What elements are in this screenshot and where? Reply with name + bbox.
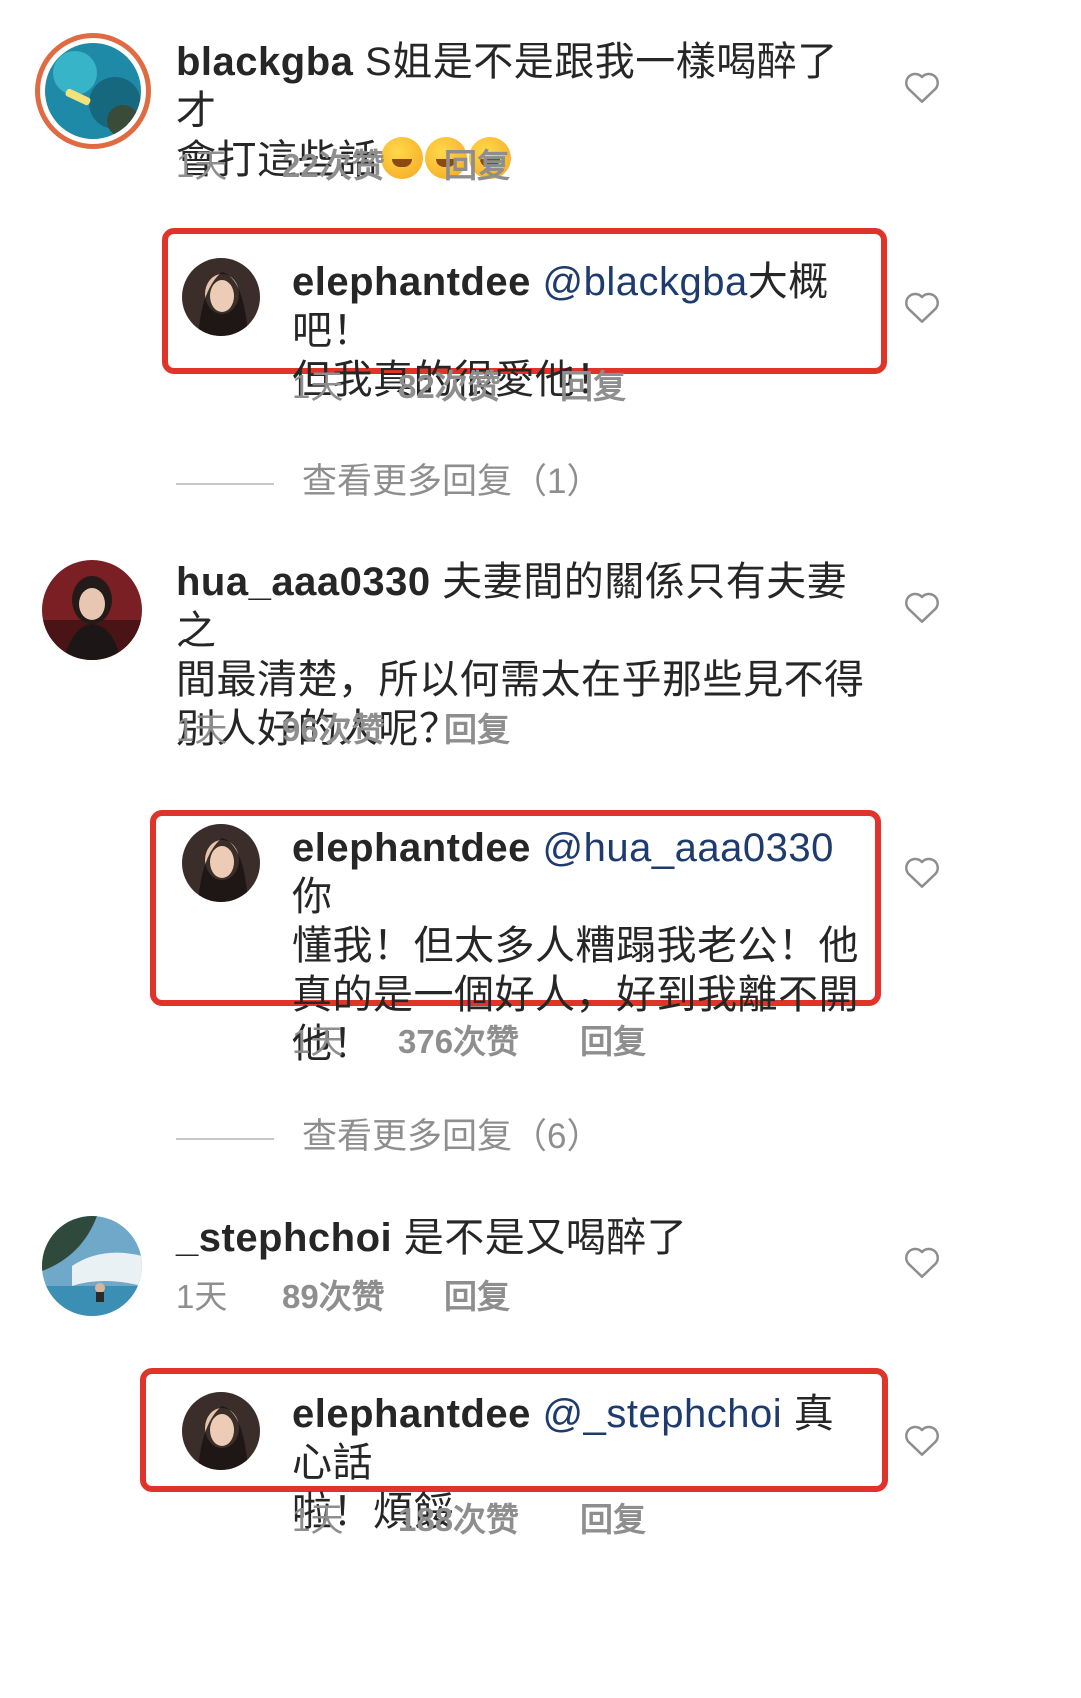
- comment-username[interactable]: _stephchoi: [176, 1216, 392, 1260]
- heart-outline-icon[interactable]: [903, 590, 941, 624]
- heart-outline-icon[interactable]: [903, 70, 941, 104]
- mention-link[interactable]: @hua_aaa0330: [531, 826, 834, 870]
- reply-body: 真的是一個好人，好到我離不開: [292, 973, 859, 1017]
- comment-time: 1天: [176, 147, 228, 184]
- avatar-elephantdee[interactable]: [182, 258, 260, 336]
- avatar-elephantdee[interactable]: [182, 824, 260, 902]
- divider-line: [176, 482, 274, 485]
- reply-meta: 1天 82次赞 回复: [292, 367, 792, 407]
- comment-username[interactable]: blackgba: [176, 40, 353, 84]
- avatar-image: [42, 1216, 142, 1316]
- comment-meta: 1天 96次赞 回复: [176, 710, 676, 750]
- mention-link[interactable]: @blackgba: [531, 260, 748, 304]
- reply-button[interactable]: 回复: [444, 146, 510, 186]
- reply-likes[interactable]: 376次赞: [398, 1022, 519, 1062]
- reply-button[interactable]: 回复: [580, 1500, 646, 1540]
- comment-body: 間最清楚，所以何需太在乎那些見不得: [176, 658, 865, 702]
- avatar-image: [45, 43, 141, 139]
- reply-button[interactable]: 回复: [560, 367, 626, 407]
- reply-time: 1天: [292, 1501, 344, 1538]
- heart-outline-icon[interactable]: [903, 290, 941, 324]
- comment-likes[interactable]: 96次赞: [282, 710, 385, 750]
- comment-time: 1天: [176, 1278, 228, 1315]
- avatar-image: [42, 560, 142, 660]
- heart-outline-icon[interactable]: [903, 1245, 941, 1279]
- mention-link[interactable]: @_stephchoi: [531, 1392, 782, 1436]
- reply-time: 1天: [292, 1023, 344, 1060]
- avatar-hua_aaa0330[interactable]: [42, 560, 142, 660]
- avatar-image: [182, 1392, 260, 1470]
- divider-line: [176, 1137, 274, 1140]
- comment-meta: 1天 22次赞 回复: [176, 146, 676, 186]
- view-more-replies[interactable]: 查看更多回复（6）: [176, 1117, 601, 1157]
- view-more-replies[interactable]: 查看更多回复（1）: [176, 462, 601, 502]
- reply-username[interactable]: elephantdee: [292, 826, 531, 870]
- comment-likes[interactable]: 89次赞: [282, 1277, 385, 1317]
- avatar-elephantdee[interactable]: [182, 1392, 260, 1470]
- reply-likes[interactable]: 82次赞: [398, 367, 501, 407]
- heart-outline-icon[interactable]: [903, 1423, 941, 1457]
- comment-username[interactable]: hua_aaa0330: [176, 560, 431, 604]
- reply-likes[interactable]: 188次赞: [398, 1500, 519, 1540]
- reply-username[interactable]: elephantdee: [292, 1392, 531, 1436]
- reply-meta: 1天 376次赞 回复: [292, 1022, 812, 1062]
- reply-meta: 1天 188次赞 回复: [292, 1500, 812, 1540]
- avatar-image: [182, 824, 260, 902]
- reply-time: 1天: [292, 368, 344, 405]
- comment-text: _stephchoi 是不是又喝醉了: [176, 1214, 876, 1263]
- comment-meta: 1天 89次赞 回复: [176, 1277, 676, 1317]
- comment-likes[interactable]: 22次赞: [282, 146, 385, 186]
- view-more-label: 查看更多回复（6）: [302, 1117, 602, 1156]
- reply-button[interactable]: 回复: [580, 1022, 646, 1062]
- reply-button[interactable]: 回复: [444, 1277, 510, 1317]
- reply-username[interactable]: elephantdee: [292, 260, 531, 304]
- heart-outline-icon[interactable]: [903, 855, 941, 889]
- avatar-blackgba[interactable]: [35, 33, 151, 149]
- reply-button[interactable]: 回复: [444, 710, 510, 750]
- reply-body: 懂我！但太多人糟蹋我老公！他: [292, 924, 859, 968]
- comment-body: 是不是又喝醉了: [392, 1216, 688, 1260]
- avatar-image: [182, 258, 260, 336]
- avatar-_stephchoi[interactable]: [42, 1216, 142, 1316]
- comment-time: 1天: [176, 711, 228, 748]
- reply-body: 你: [292, 875, 333, 919]
- view-more-label: 查看更多回复（1）: [302, 462, 602, 501]
